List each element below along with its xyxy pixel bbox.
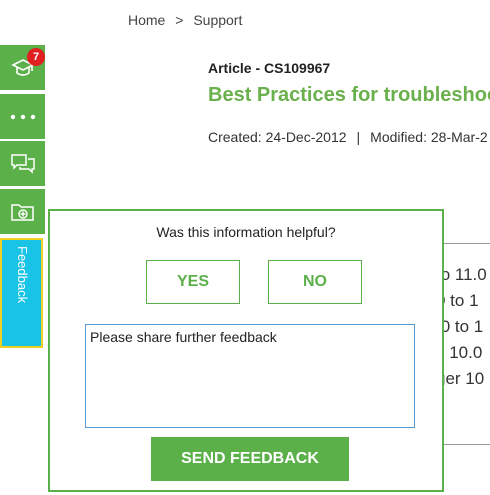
folder-add-icon: [10, 203, 34, 221]
breadcrumb-current[interactable]: Support: [193, 12, 242, 28]
feedback-tab-label: Feedback: [15, 246, 30, 304]
article-title: Best Practices for troubleshoo: [208, 84, 490, 106]
content-divider-top: [444, 243, 490, 244]
breadcrumb-home-link[interactable]: Home: [128, 12, 165, 28]
sidebar-folder-button[interactable]: [0, 189, 45, 234]
feedback-panel: Was this information helpful? YES NO SEN…: [48, 209, 444, 492]
created-date: Created: 24-Dec-2012: [208, 129, 347, 145]
content-divider-bottom: [444, 444, 490, 445]
yes-button[interactable]: YES: [146, 260, 240, 304]
no-button[interactable]: NO: [268, 260, 362, 304]
breadcrumb: Home > Support: [128, 12, 248, 28]
feedback-comment-input[interactable]: [85, 324, 415, 428]
chat-bubbles-icon: [10, 153, 35, 174]
article-dates: Created: 24-Dec-2012 | Modified: 28-Mar-2: [208, 129, 488, 145]
modified-date: Modified: 28-Mar-2: [370, 129, 488, 145]
feedback-question: Was this information helpful?: [156, 224, 336, 240]
more-dots-icon: [10, 114, 35, 119]
notification-badge: 7: [27, 48, 45, 66]
date-separator: |: [356, 129, 361, 145]
feedback-tab[interactable]: Feedback: [0, 238, 43, 348]
send-feedback-button[interactable]: SEND FEEDBACK: [151, 437, 349, 481]
article-id: Article - CS109967: [208, 60, 331, 76]
breadcrumb-separator: >: [175, 12, 184, 28]
sidebar-more-button[interactable]: [0, 94, 45, 139]
sidebar-chat-button[interactable]: [0, 141, 45, 186]
